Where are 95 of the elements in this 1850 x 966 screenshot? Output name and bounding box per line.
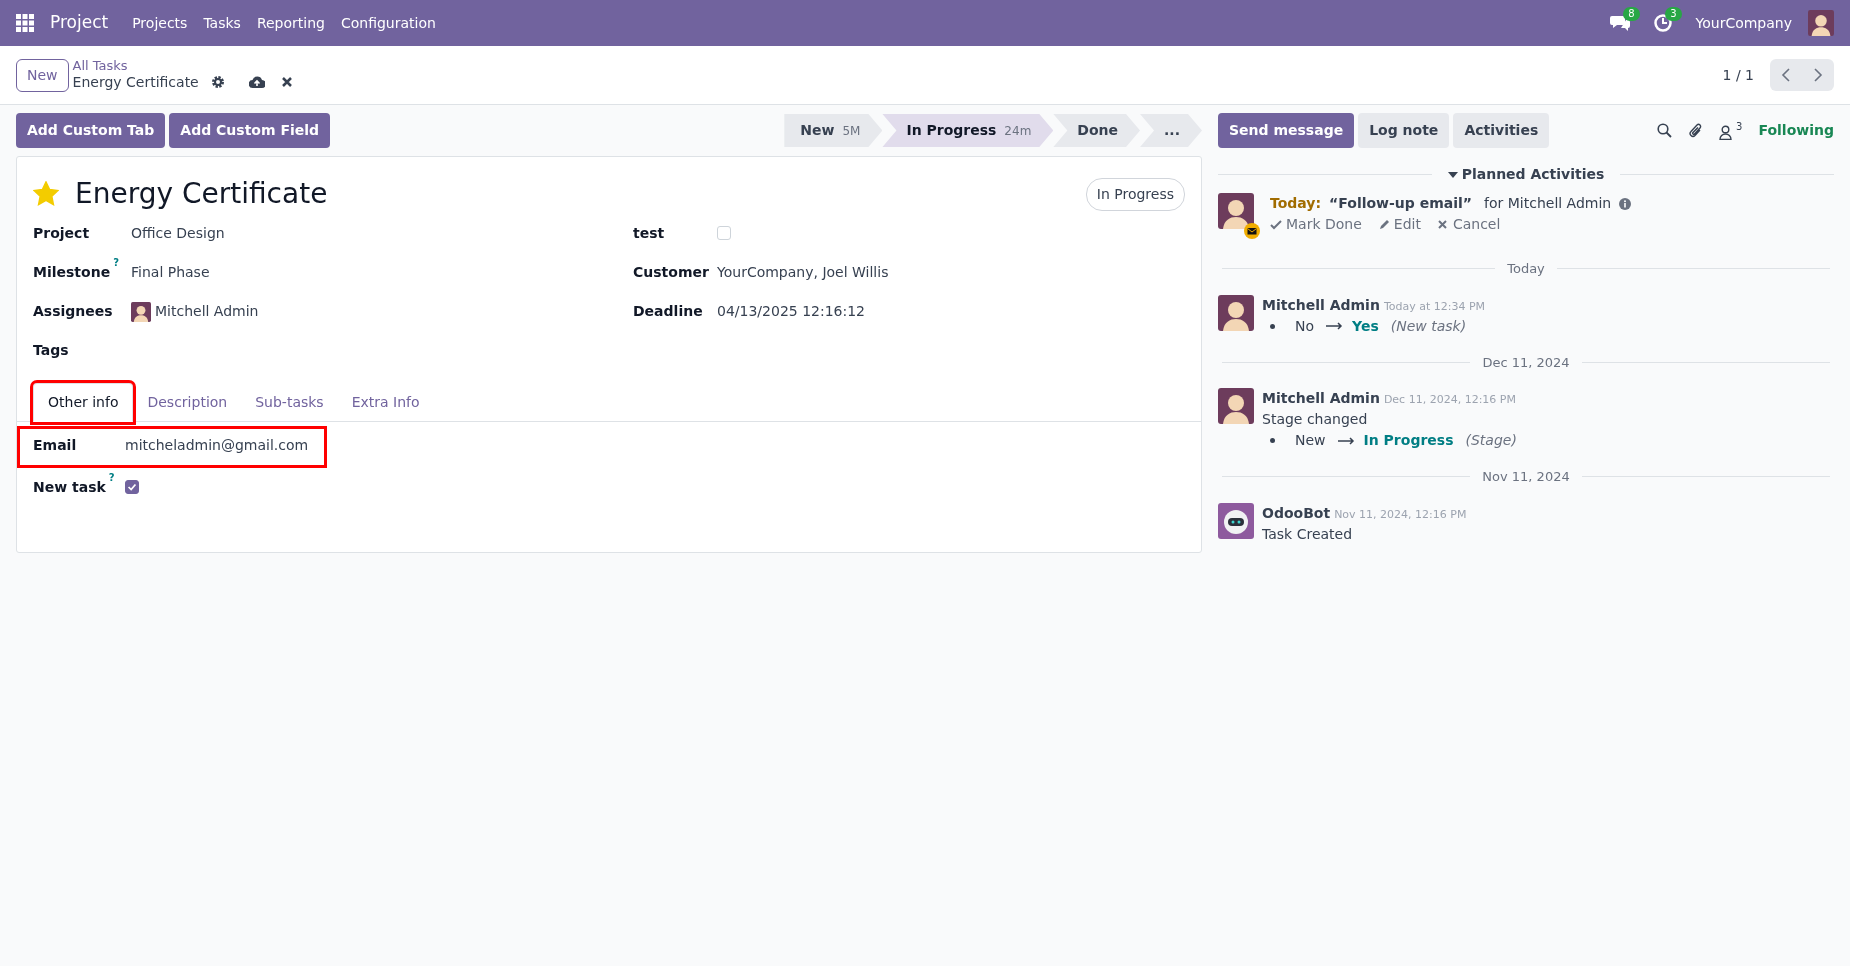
date-separator: Nov 11, 2024: [1481, 468, 1571, 486]
count-badge: 8: [1623, 7, 1640, 21]
tab[interactable]: Sub-tasks: [241, 383, 338, 421]
activity-assignee: for Mitchell Admin: [1484, 194, 1612, 213]
new-value: Yes: [1352, 316, 1379, 336]
company-name[interactable]: YourCompany: [1695, 12, 1792, 34]
new-button[interactable]: New: [16, 58, 69, 92]
field-value: mitcheladmin@gmail.com: [125, 436, 309, 455]
date-separator: Today: [1506, 260, 1546, 278]
checkbox[interactable]: [125, 480, 139, 494]
bullet-icon: [1270, 323, 1275, 329]
clock-icon[interactable]: [1653, 14, 1672, 32]
author-name[interactable]: Mitchell Admin: [1262, 388, 1380, 409]
stage-button[interactable]: Done: [1053, 114, 1141, 147]
gear-icon[interactable]: [210, 75, 225, 90]
due-label: Today:: [1270, 194, 1322, 213]
author-name[interactable]: OdooBot: [1262, 502, 1331, 524]
custom-action-button[interactable]: Add Custom Field: [169, 113, 331, 148]
arrow-right-icon: [1326, 322, 1345, 330]
field-label: Customer: [633, 263, 710, 282]
activity-summary: “Follow-up email”: [1329, 194, 1473, 213]
custom-action-button[interactable]: Add Custom Tab: [16, 113, 166, 148]
avatar-icon: [1808, 10, 1834, 36]
tab[interactable]: Extra Info: [337, 383, 434, 421]
field-label: Tags: [33, 341, 70, 360]
activity-action-button[interactable]: Edit: [1377, 214, 1421, 235]
field-name: (New task): [1390, 316, 1467, 336]
message-text: Stage changed: [1262, 410, 1369, 429]
avatar-icon: [1218, 388, 1254, 424]
section-title[interactable]: Planned Activities: [1461, 164, 1605, 185]
close-icon: [1436, 219, 1449, 230]
message-time: Today at 12:34 PM: [1383, 298, 1486, 315]
close-icon[interactable]: [280, 76, 293, 89]
stage-button[interactable]: New 5M: [784, 114, 883, 147]
count-badge: 3: [1665, 7, 1682, 21]
field-label: Assignees: [33, 302, 114, 321]
robot-icon: [1218, 502, 1254, 539]
paperclip-icon[interactable]: [1688, 122, 1704, 139]
stage-button[interactable]: ...: [1140, 114, 1202, 147]
menu-item[interactable]: Projects: [124, 12, 196, 34]
message-time: Dec 11, 2024, 12:16 PM: [1383, 392, 1516, 408]
search-icon[interactable]: [1657, 123, 1673, 138]
field-label: Email: [33, 436, 78, 455]
record-name: Energy Certificate: [72, 73, 199, 91]
app-name[interactable]: Project: [50, 10, 109, 36]
follow-button[interactable]: Following: [1758, 120, 1834, 141]
breadcrumb-link[interactable]: All Tasks: [72, 59, 293, 74]
menu-item[interactable]: Tasks: [195, 12, 249, 34]
field-name: (Stage): [1465, 431, 1517, 450]
pencil-icon: [1377, 219, 1390, 230]
pager-value: 1 / 1: [1722, 65, 1754, 85]
apps-grid-icon[interactable]: [16, 14, 34, 32]
star-icon[interactable]: [33, 181, 59, 207]
avatar-icon: [1218, 193, 1254, 229]
date-separator: Dec 11, 2024: [1481, 353, 1571, 372]
chat-icon[interactable]: [1609, 14, 1630, 32]
record-title: Energy Certificate: [75, 176, 328, 212]
check-icon: [1270, 219, 1282, 230]
status-badge: In Progress: [1085, 177, 1185, 211]
field-value: 04/13/2025 12:16:12: [717, 302, 866, 321]
field-value: YourCompany, Joel Willis: [717, 263, 889, 282]
message-time: Nov 11, 2024, 12:16 PM: [1334, 506, 1467, 523]
chevron-right-icon: [1813, 68, 1823, 82]
info-icon[interactable]: [1619, 197, 1632, 210]
followers-count: 3: [1736, 121, 1743, 132]
message-text: Task Created: [1262, 524, 1354, 544]
field-value[interactable]: Mitchell Admin: [155, 301, 259, 322]
stage-button[interactable]: In Progress 24m: [882, 114, 1054, 147]
old-value: No: [1295, 316, 1315, 336]
arrow-right-icon: [1337, 436, 1356, 445]
person-icon[interactable]: [1719, 124, 1733, 140]
new-value: In Progress: [1363, 431, 1454, 450]
chatter-button[interactable]: Log note: [1358, 113, 1450, 148]
activity-action-button[interactable]: Mark Done: [1270, 214, 1362, 235]
bullet-icon: [1270, 438, 1275, 443]
avatar-icon: [131, 301, 151, 322]
field-label: Project: [33, 224, 91, 243]
chatter-button[interactable]: Send message: [1218, 113, 1355, 148]
field-label: test: [633, 224, 666, 243]
tab[interactable]: Description: [133, 383, 242, 421]
field-value: Office Design: [131, 224, 225, 243]
field-label: Deadline: [633, 302, 704, 321]
avatar-icon: [1218, 294, 1254, 331]
old-value: New: [1295, 431, 1326, 450]
menu-item[interactable]: Configuration: [332, 12, 444, 34]
chatter-button[interactable]: Activities: [1453, 113, 1550, 148]
field-value: Final Phase: [131, 263, 210, 282]
author-name[interactable]: Mitchell Admin: [1262, 294, 1380, 316]
menu-item[interactable]: Reporting: [248, 12, 333, 34]
chevron-left-icon: [1781, 68, 1791, 82]
caret-down-icon[interactable]: [1447, 171, 1458, 178]
envelope-icon: [1244, 223, 1260, 239]
cloud-upload-icon[interactable]: [248, 75, 265, 90]
tab[interactable]: Other info: [33, 383, 134, 422]
activity-action-button[interactable]: Cancel: [1436, 214, 1501, 235]
